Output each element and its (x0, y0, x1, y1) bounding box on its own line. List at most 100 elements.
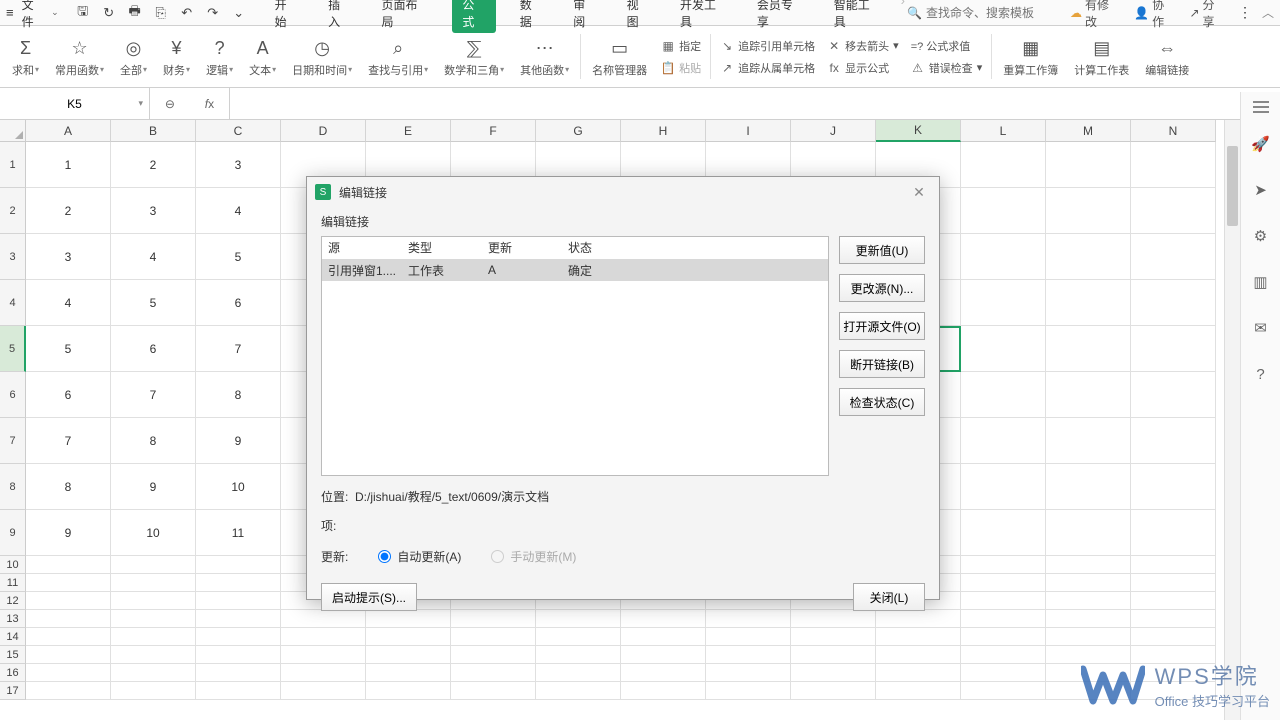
row-header[interactable]: 15 (0, 646, 26, 664)
row-header[interactable]: 3 (0, 234, 26, 280)
col-header[interactable]: A (26, 120, 111, 142)
col-header[interactable]: L (961, 120, 1046, 142)
col-header[interactable]: C (196, 120, 281, 142)
edit-links[interactable]: ⇔编辑链接 (1137, 28, 1197, 85)
open-source-button[interactable]: 打开源文件(O) (839, 312, 925, 340)
file-menu[interactable]: 文件 ⌄ (16, 0, 65, 32)
row-header[interactable]: 13 (0, 610, 26, 628)
fn-finance[interactable]: ¥财务▾ (155, 28, 198, 85)
save-icon[interactable]: 🖫 (75, 5, 91, 21)
cell[interactable]: 3 (196, 142, 281, 188)
row-header[interactable]: 17 (0, 682, 26, 700)
cell[interactable]: 10 (111, 510, 196, 556)
cell[interactable]: 4 (26, 280, 111, 326)
cell[interactable]: 8 (26, 464, 111, 510)
redo-icon[interactable]: ↷ (205, 5, 221, 21)
cell[interactable]: 10 (196, 464, 281, 510)
pointer-icon[interactable]: ➤ (1251, 180, 1271, 200)
col-header[interactable]: I (706, 120, 791, 142)
fn-common[interactable]: ☆常用函数▾ (47, 28, 112, 85)
row-header[interactable]: 11 (0, 574, 26, 592)
search-box[interactable]: 🔍 (907, 6, 1056, 20)
row-header[interactable]: 1 (0, 142, 26, 188)
panel-toggle-icon[interactable] (1253, 106, 1269, 108)
recalc-workbook[interactable]: ▦重算工作簿 (995, 28, 1066, 85)
cell[interactable]: 3 (26, 234, 111, 280)
cell[interactable]: 8 (111, 418, 196, 464)
cell[interactable]: 5 (111, 280, 196, 326)
cell[interactable]: 9 (111, 464, 196, 510)
cell[interactable]: 2 (26, 188, 111, 234)
links-table[interactable]: 源 类型 更新 状态 引用弹窗1.... 工作表 A 确定 (321, 236, 829, 476)
cell[interactable]: 9 (26, 510, 111, 556)
col-header[interactable]: G (536, 120, 621, 142)
export-icon[interactable]: ⎘ (153, 5, 169, 21)
cell[interactable]: 5 (196, 234, 281, 280)
col-header[interactable]: E (366, 120, 451, 142)
fn-logic[interactable]: ?逻辑▾ (198, 28, 241, 85)
col-header[interactable]: N (1131, 120, 1216, 142)
fn-other[interactable]: ⋯其他函数▾ (512, 28, 577, 85)
overflow-menu[interactable]: ⋮ (1238, 4, 1252, 21)
fx-icon[interactable]: fx (205, 97, 214, 111)
print-icon[interactable]: 🖶 (127, 5, 143, 21)
cell[interactable]: 6 (26, 372, 111, 418)
layout-icon[interactable]: ▥ (1251, 272, 1271, 292)
cell[interactable]: 4 (111, 234, 196, 280)
cell[interactable]: 7 (111, 372, 196, 418)
evaluate-formula[interactable]: =? 公式求值 (911, 38, 983, 54)
recalc-sheet[interactable]: ▤计算工作表 (1066, 28, 1137, 85)
change-source-button[interactable]: 更改源(N)... (839, 274, 925, 302)
row-header[interactable]: 16 (0, 664, 26, 682)
formula-input[interactable] (238, 97, 1272, 111)
select-all-corner[interactable] (0, 120, 26, 142)
assign-name[interactable]: ▦指定 (661, 38, 701, 54)
scroll-thumb[interactable] (1227, 146, 1238, 226)
cell[interactable]: 7 (196, 326, 281, 372)
rocket-icon[interactable]: 🚀 (1251, 134, 1271, 154)
col-header[interactable]: F (451, 120, 536, 142)
print-preview-icon[interactable]: ↻ (101, 5, 117, 21)
check-status-button[interactable]: 检查状态(C) (839, 388, 925, 416)
share-link[interactable]: ↗分享 (1189, 0, 1226, 30)
fn-datetime[interactable]: ◷日期和时间▾ (284, 28, 360, 85)
fn-sum[interactable]: Σ求和▾ (4, 28, 47, 85)
row-header[interactable]: 12 (0, 592, 26, 610)
col-header[interactable]: K (876, 120, 961, 142)
dialog-titlebar[interactable]: S 编辑链接 ✕ (307, 177, 939, 207)
collab-link[interactable]: 👤协作 (1134, 0, 1175, 30)
show-formula[interactable]: fx显示公式 (827, 60, 899, 76)
col-header[interactable]: B (111, 120, 196, 142)
row-header[interactable]: 10 (0, 556, 26, 574)
auto-update-radio[interactable]: 自动更新(A) (378, 548, 461, 565)
qat-dropdown-icon[interactable]: ⌄ (231, 5, 247, 21)
cell[interactable]: 3 (111, 188, 196, 234)
cell[interactable]: 9 (196, 418, 281, 464)
undo-icon[interactable]: ↶ (179, 5, 195, 21)
table-row[interactable]: 引用弹窗1.... 工作表 A 确定 (322, 259, 828, 281)
trace-precedents[interactable]: ↘追踪引用单元格 (720, 38, 815, 54)
row-header[interactable]: 7 (0, 418, 26, 464)
changes-link[interactable]: ☁有修改 (1070, 0, 1120, 30)
cell[interactable]: 1 (26, 142, 111, 188)
sliders-icon[interactable]: ⚙ (1251, 226, 1271, 246)
cell[interactable]: 4 (196, 188, 281, 234)
startup-prompt-button[interactable]: 启动提示(S)... (321, 583, 417, 611)
error-check[interactable]: ⚠错误检查▾ (911, 60, 983, 76)
chevron-down-icon[interactable]: ▾ (138, 98, 143, 109)
cell[interactable]: 2 (111, 142, 196, 188)
row-header[interactable]: 9 (0, 510, 26, 556)
cell[interactable]: 8 (196, 372, 281, 418)
col-header[interactable]: D (281, 120, 366, 142)
close-icon[interactable]: ✕ (907, 180, 931, 204)
trace-dependents[interactable]: ↗追踪从属单元格 (720, 60, 815, 76)
name-box[interactable]: ▾ (0, 88, 150, 119)
help-icon[interactable]: ? (1251, 364, 1271, 384)
fn-all[interactable]: ◎全部▾ (112, 28, 155, 85)
row-header[interactable]: 5 (0, 326, 26, 372)
break-link-button[interactable]: 断开链接(B) (839, 350, 925, 378)
col-header[interactable]: H (621, 120, 706, 142)
hamburger-icon[interactable]: ≡ (6, 5, 14, 20)
row-header[interactable]: 6 (0, 372, 26, 418)
name-manager[interactable]: ▭名称管理器 (584, 28, 655, 85)
